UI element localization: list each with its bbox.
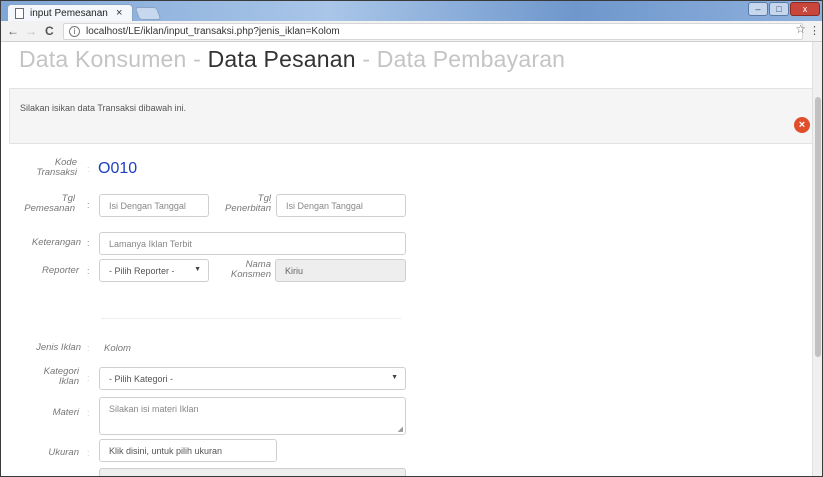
- window-controls: – □ x: [748, 2, 820, 16]
- info-text: Silakan isikan data Transaksi dibawah in…: [20, 103, 187, 113]
- resize-handle-icon[interactable]: ◢: [398, 425, 403, 433]
- ukuran-input[interactable]: Klik disini, untuk pilih ukuran: [99, 439, 277, 462]
- ukuran-label: Ukuran: [48, 447, 79, 458]
- jenis-iklan-label: Jenis Iklan: [36, 342, 81, 353]
- bookmark-star-icon[interactable]: ☆: [795, 22, 806, 36]
- kode-transaksi-value: O010: [98, 160, 138, 177]
- materi-label: Materi: [52, 407, 79, 418]
- kode-transaksi-label: Kode Transaksi: [36, 157, 77, 178]
- colon: :: [87, 448, 90, 458]
- keterangan-input[interactable]: Lamanya Iklan Terbit: [99, 232, 406, 255]
- colon: :: [87, 373, 90, 383]
- maximize-button[interactable]: □: [769, 2, 789, 16]
- next-readonly-field: [99, 468, 406, 476]
- kategori-selected-value: - Pilih Kategori -: [109, 374, 174, 384]
- title-bar: input Pemesanan × – □ x: [1, 1, 822, 22]
- url-text[interactable]: localhost/LE/iklan/input_transaksi.php?j…: [86, 26, 340, 37]
- tab-close-icon[interactable]: ×: [116, 7, 122, 19]
- address-bar[interactable]: i localhost/LE/iklan/input_transaksi.php…: [63, 23, 803, 40]
- chevron-down-icon: ▼: [391, 374, 398, 381]
- info-panel: Silakan isikan data Transaksi dibawah in…: [9, 88, 813, 144]
- page-icon: [15, 8, 24, 19]
- browser-toolbar: ← → C i localhost/LE/iklan/input_transak…: [1, 21, 822, 42]
- colon: :: [87, 200, 90, 210]
- browser-tab[interactable]: input Pemesanan ×: [7, 4, 133, 22]
- colon: :: [269, 199, 272, 209]
- page-content: Data Konsumen - Data Pesanan - Data Pemb…: [1, 42, 813, 476]
- reporter-selected-value: - Pilih Reporter -: [109, 266, 175, 276]
- tgl-pemesanan-label: Tgl Pemesanan: [24, 193, 75, 214]
- nama-konsumen-label: Nama Konsmen: [230, 259, 271, 280]
- info-icon[interactable]: i: [69, 26, 80, 37]
- step-data-pembayaran: Data Pembayaran: [376, 46, 566, 72]
- close-circle-icon[interactable]: ×: [794, 117, 810, 133]
- tab-title: input Pemesanan: [30, 8, 108, 19]
- step-separator: -: [355, 46, 377, 72]
- jenis-iklan-value: Kolom: [104, 343, 131, 354]
- step-data-pesanan: Data Pesanan: [207, 46, 356, 72]
- scrollbar-thumb[interactable]: [815, 97, 821, 357]
- section-divider: [101, 318, 401, 319]
- forward-icon[interactable]: →: [25, 24, 37, 38]
- chevron-down-icon: ▼: [194, 266, 201, 273]
- reload-icon[interactable]: C: [45, 24, 54, 38]
- tgl-penerbitan-label: Tgl Penerbitan: [225, 193, 271, 214]
- new-tab-button[interactable]: [134, 7, 162, 20]
- step-data-konsumen: Data Konsumen: [19, 46, 187, 72]
- kategori-iklan-label: Kategori Iklan: [43, 366, 79, 387]
- minimize-button[interactable]: –: [748, 2, 768, 16]
- colon: :: [87, 238, 90, 248]
- colon: :: [87, 164, 90, 174]
- close-window-button[interactable]: x: [790, 2, 820, 16]
- colon: :: [87, 343, 90, 353]
- vertical-scrollbar[interactable]: [812, 42, 822, 476]
- tgl-penerbitan-input[interactable]: Isi Dengan Tanggal: [276, 194, 406, 217]
- kategori-select[interactable]: - Pilih Kategori - ▼: [99, 367, 406, 390]
- materi-placeholder: Silakan isi materi Iklan: [109, 404, 199, 414]
- reporter-label: Reporter: [42, 265, 79, 276]
- nama-konsumen-field: Kiriu: [275, 259, 406, 282]
- colon: :: [87, 408, 90, 418]
- reporter-select[interactable]: - Pilih Reporter - ▼: [99, 259, 209, 282]
- back-icon[interactable]: ←: [7, 24, 19, 38]
- step-indicator: Data Konsumen - Data Pesanan - Data Pemb…: [19, 46, 565, 73]
- browser-window: input Pemesanan × – □ x ← → C i localhos…: [0, 0, 823, 477]
- keterangan-label: Keterangan: [31, 237, 81, 248]
- step-separator: -: [186, 46, 208, 72]
- colon: :: [87, 266, 90, 276]
- browser-menu-icon[interactable]: ⋮: [809, 24, 820, 37]
- tgl-pemesanan-input[interactable]: Isi Dengan Tanggal: [99, 194, 209, 217]
- materi-textarea[interactable]: Silakan isi materi Iklan ◢: [99, 397, 406, 435]
